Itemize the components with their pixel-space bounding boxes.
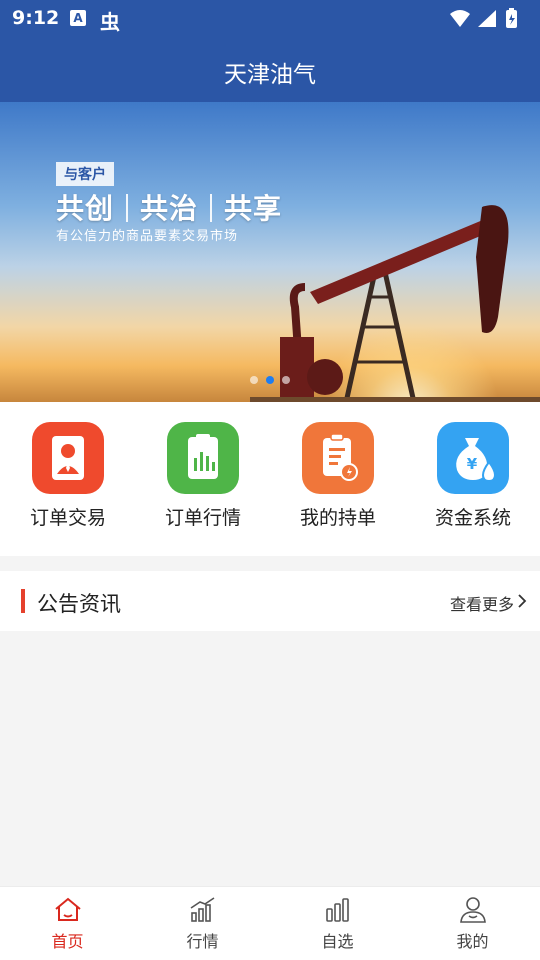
bug-icon: 虫 — [100, 10, 120, 34]
chevron-right-icon[interactable] — [517, 593, 527, 609]
tab-label: 自选 — [321, 932, 354, 951]
tab-market[interactable]: 行情 — [135, 895, 270, 952]
menu-label: 订单交易 — [29, 507, 106, 529]
section-title: 公告资讯 — [37, 592, 121, 616]
quick-menu: 订单交易 订单行情 我的持单 ¥ 资金系统 — [0, 402, 540, 556]
banner-slogan: 共创 共治 共享 — [56, 187, 282, 227]
carousel-dots — [250, 376, 290, 384]
menu-item-fund-system[interactable]: ¥ 资金系统 — [413, 422, 533, 530]
favorites-bars-icon — [325, 898, 349, 922]
slogan-word: 共治 — [140, 192, 199, 225]
menu-item-my-holdings[interactable]: 我的持单 — [278, 422, 398, 530]
system-status-icons — [450, 8, 517, 28]
tab-label: 我的 — [456, 932, 489, 951]
tab-home[interactable]: 首页 — [0, 895, 135, 952]
page-title: 天津油气 — [224, 62, 316, 88]
carousel-dot[interactable] — [250, 376, 258, 384]
section-accent-bar — [21, 589, 25, 613]
promo-banner[interactable]: 与客户 共创 共治 共享 有公信力的商品要素交易市场 — [0, 102, 540, 402]
home-icon — [54, 897, 81, 921]
signal-icon — [478, 10, 496, 27]
tab-watchlist[interactable]: 自选 — [270, 895, 405, 952]
carousel-dot-active[interactable] — [266, 376, 274, 384]
bar-chart-icon — [167, 422, 239, 494]
status-time: 9:12 — [12, 7, 60, 29]
oil-pumpjack-image — [250, 205, 540, 402]
menu-item-order-market[interactable]: 订单行情 — [143, 422, 263, 530]
tab-profile[interactable]: 我的 — [405, 895, 540, 952]
menu-item-order-trade[interactable]: 订单交易 — [8, 422, 128, 530]
slogan-word: 共创 — [56, 192, 115, 225]
slogan-separator — [126, 194, 129, 222]
tab-label: 行情 — [186, 932, 219, 951]
profile-icon — [459, 897, 486, 923]
money-bag-icon: ¥ — [437, 422, 509, 494]
status-bar: 9:12 A 虫 — [0, 0, 540, 38]
trend-chart-icon — [190, 897, 214, 922]
carousel-dot[interactable] — [282, 376, 290, 384]
slogan-separator — [210, 194, 213, 222]
menu-label: 订单行情 — [164, 507, 241, 529]
translate-a-icon: A — [70, 10, 86, 26]
menu-label: 资金系统 — [434, 507, 511, 529]
banner-subtitle: 有公信力的商品要素交易市场 — [56, 229, 239, 244]
app-header: 天津油气 — [0, 38, 540, 102]
menu-label: 我的持单 — [299, 507, 376, 529]
banner-tag: 与客户 — [56, 162, 114, 186]
wifi-icon — [450, 10, 470, 27]
user-icon — [32, 422, 104, 494]
tab-label: 首页 — [51, 932, 84, 951]
bottom-tab-bar: 首页 行情 自选 我的 — [0, 886, 540, 960]
view-more-link[interactable]: 查看更多 — [450, 591, 514, 615]
clipboard-icon — [302, 422, 374, 494]
svg-text:¥: ¥ — [467, 455, 478, 473]
notice-section-header: 公告资讯 查看更多 — [0, 571, 540, 631]
